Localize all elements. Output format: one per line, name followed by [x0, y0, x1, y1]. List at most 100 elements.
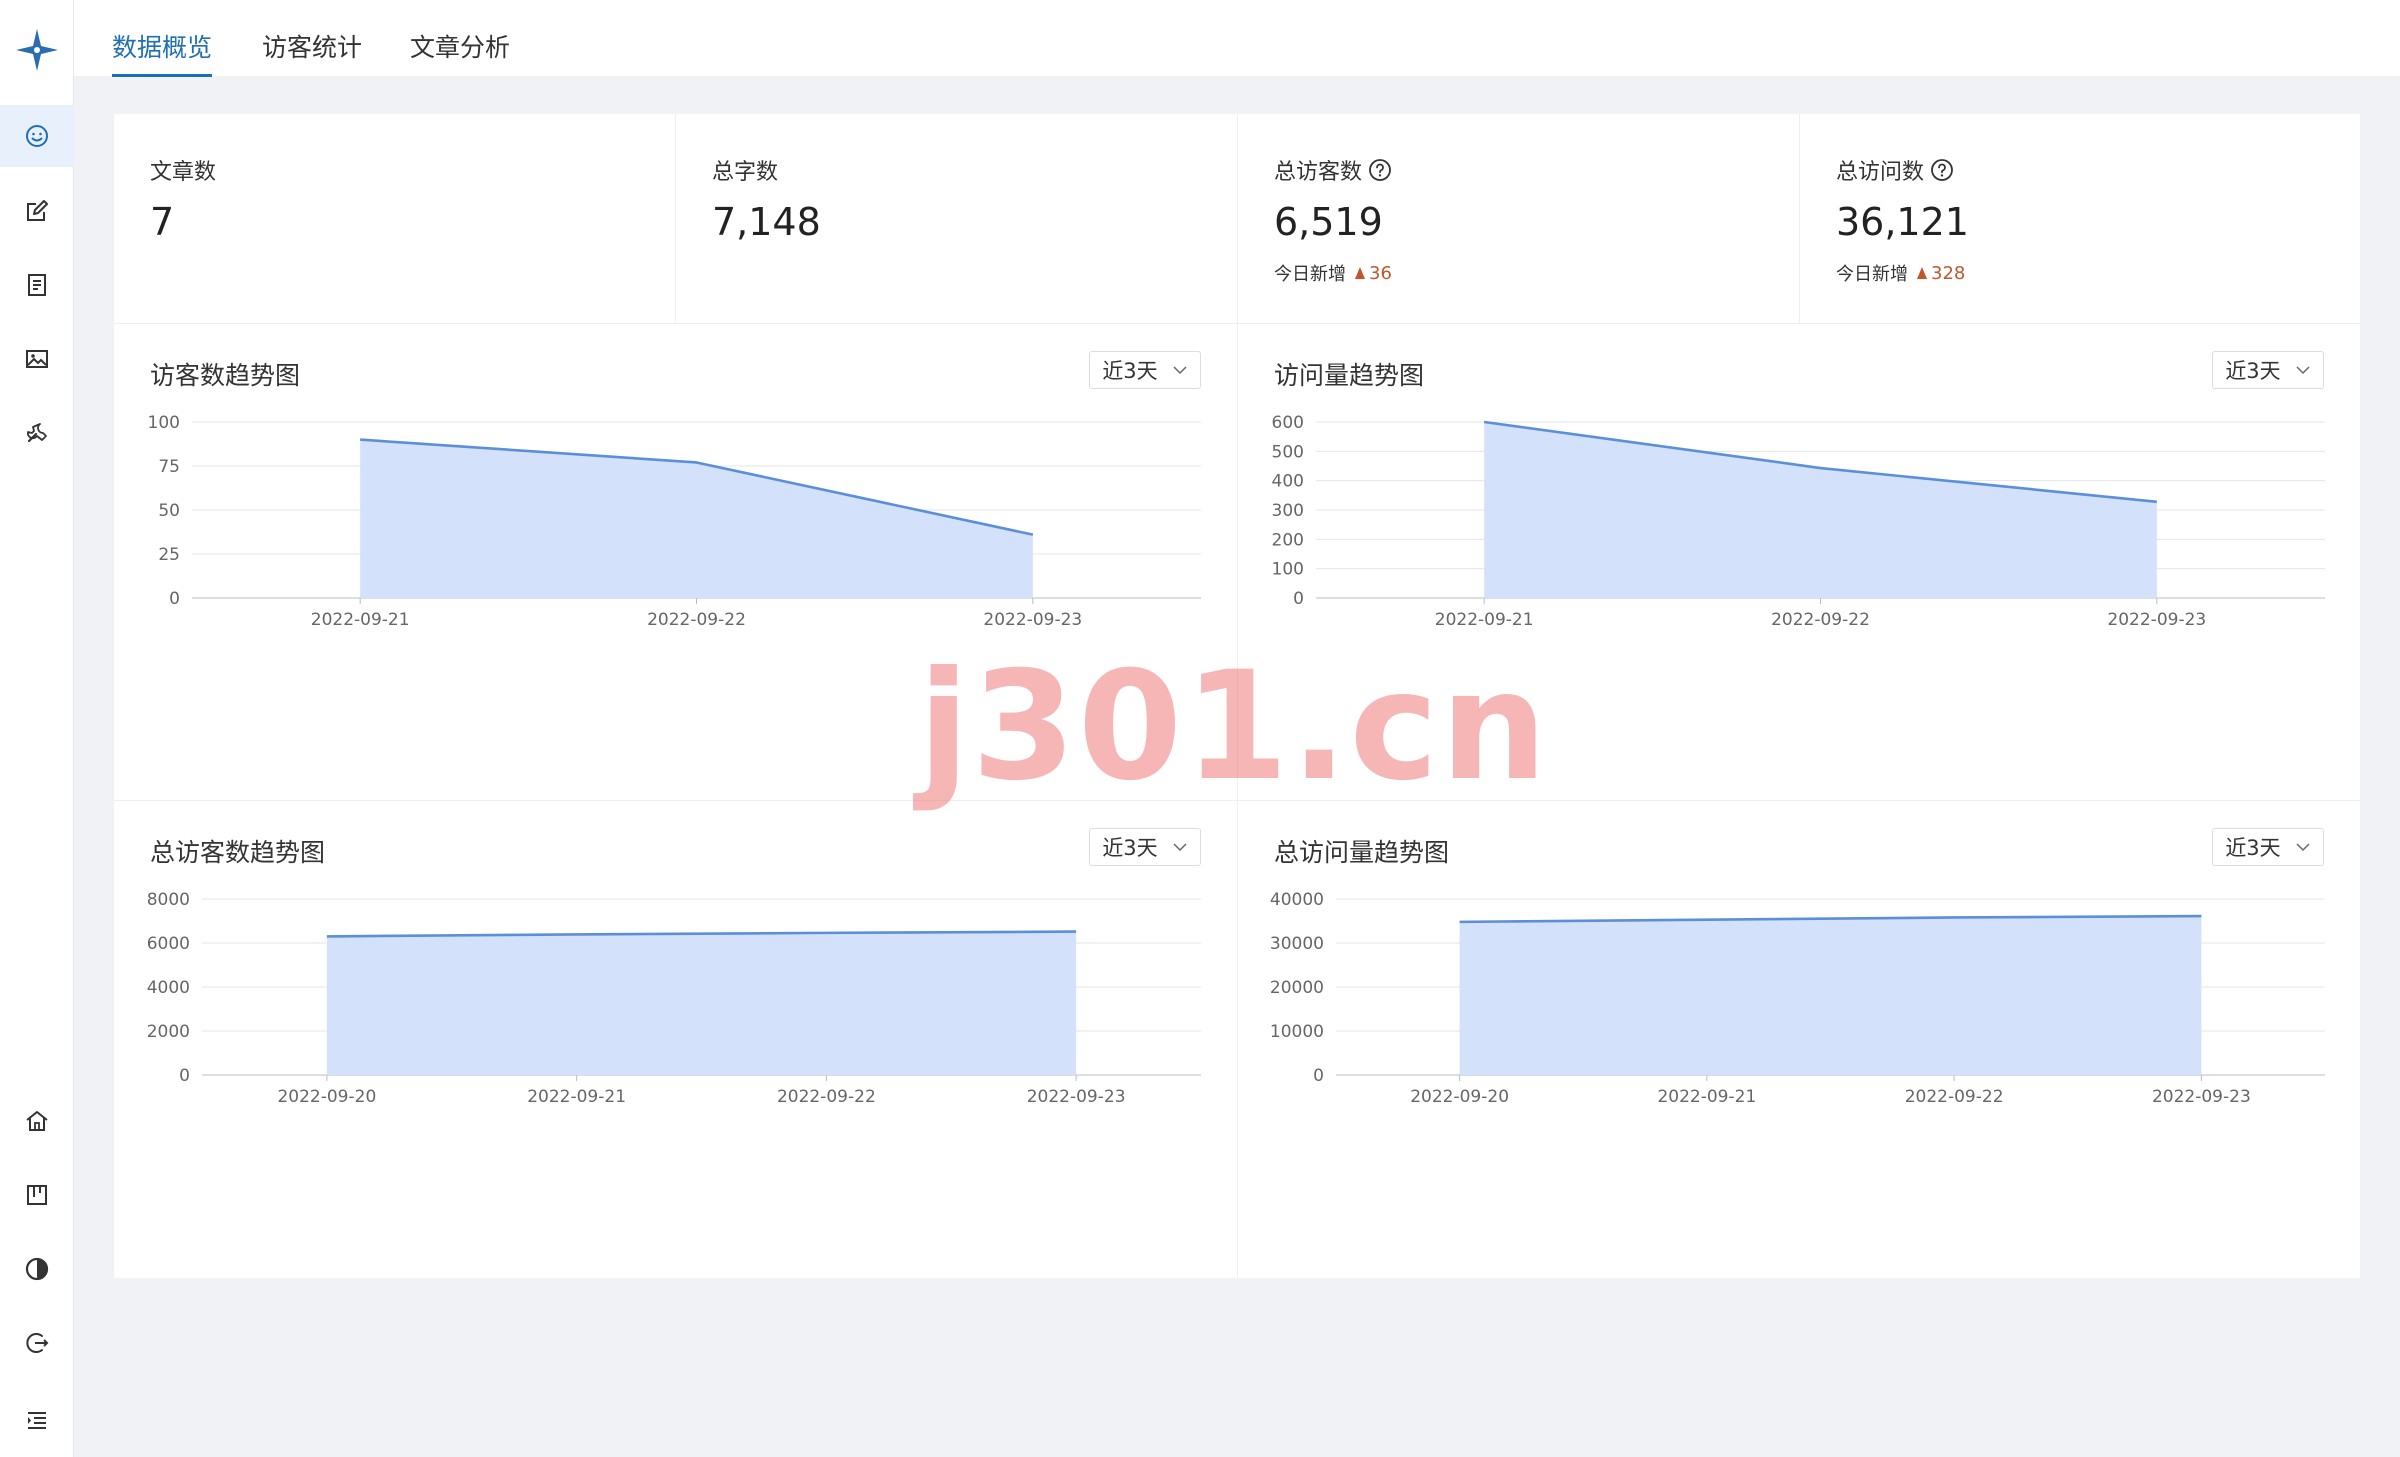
- series-area: [1459, 916, 2202, 1075]
- stat-value: 7: [150, 200, 175, 244]
- stat-value: 36,121: [1836, 200, 1969, 244]
- stat-total-visits: 总访问数 36,121 今日新增 328: [1799, 114, 2360, 324]
- x-tick-label: 2022-09-22: [647, 610, 746, 630]
- increase-triangle-icon: [1355, 267, 1365, 279]
- sidebar-item-settings[interactable]: [0, 402, 74, 464]
- stat-word-count: 总字数 7,148: [675, 114, 1236, 324]
- stat-label: 总字数: [712, 160, 779, 185]
- sidebar-item-dashboard[interactable]: [0, 105, 74, 167]
- sidebar-item-theme[interactable]: [0, 1238, 74, 1300]
- y-tick-label: 8000: [147, 890, 190, 910]
- document-icon: [28, 274, 46, 296]
- theme-contrast-icon: [25, 1257, 49, 1281]
- stat-label: 文章数: [150, 160, 217, 185]
- range-select-value: 近3天: [1102, 359, 1158, 383]
- y-tick-label: 0: [169, 589, 180, 609]
- menu-collapse-icon: [28, 1412, 46, 1429]
- chevron-down-icon: [1173, 843, 1187, 852]
- top-tabs: 数据概览 访客统计 文章分析: [74, 0, 2400, 77]
- sidebar-collapse-button[interactable]: [0, 1389, 74, 1451]
- y-tick-label: 10000: [1270, 1022, 1324, 1042]
- chevron-down-icon: [1173, 366, 1187, 375]
- stats-row: 文章数 7 总字数 7,148 总访客数 6,519 今日新增 36 总访问数 …: [114, 114, 2360, 324]
- question-circle-icon[interactable]: [1930, 158, 1954, 182]
- visit-trend-chart: 0 100 200 300 400 500 600 2022-09-21 2022-09-22 2…: [1272, 413, 2325, 630]
- x-tick-label: 2022-09-20: [1410, 1087, 1509, 1107]
- y-tick-label: 40000: [1270, 890, 1324, 910]
- question-circle-icon[interactable]: [1368, 158, 1392, 182]
- range-select-value: 近3天: [2225, 359, 2281, 383]
- y-tick-label: 30000: [1270, 934, 1324, 954]
- chart-card-total-visitor-trend: 总访客数趋势图 近3天 0 2000 4000 6000 8000 2022-09-20 2…: [114, 801, 1237, 1278]
- x-tick-label: 2022-09-21: [311, 610, 410, 630]
- chevron-down-icon: [2296, 366, 2310, 375]
- sidebar-item-articles[interactable]: [0, 254, 74, 316]
- stat-sub-label: 今日新增: [1836, 264, 1908, 285]
- y-tick-label: 50: [158, 501, 180, 521]
- y-tick-label: 20000: [1270, 978, 1324, 998]
- stat-value: 6,519: [1274, 200, 1383, 244]
- chart-title: 访问量趋势图: [1274, 361, 1425, 390]
- series-area: [326, 931, 1077, 1075]
- stat-sub-label: 今日新增: [1274, 264, 1346, 285]
- range-select[interactable]: 近3天: [1089, 828, 1201, 866]
- visitor-trend-chart: 0 25 50 75 100 2022-09-21 2022-09-22 2022-09-23: [148, 413, 1201, 630]
- sidebar-item-home[interactable]: [0, 1090, 74, 1152]
- range-select[interactable]: 近3天: [1089, 351, 1201, 389]
- x-tick-label: 2022-09-23: [1027, 1087, 1126, 1107]
- increase-triangle-icon: [1917, 267, 1927, 279]
- x-tick-label: 2022-09-23: [983, 610, 1082, 630]
- x-tick-label: 2022-09-20: [277, 1087, 376, 1107]
- smile-icon: [26, 125, 48, 147]
- stat-label: 总访客数: [1274, 160, 1363, 185]
- stat-total-visitors: 总访客数 6,519 今日新增 36: [1237, 114, 1798, 324]
- logo-icon[interactable]: [0, 18, 74, 82]
- sidebar-item-write[interactable]: [0, 180, 74, 242]
- chevron-down-icon: [2296, 843, 2310, 852]
- chart-title: 访客数趋势图: [150, 361, 301, 390]
- y-tick-label: 25: [158, 545, 180, 565]
- chart-card-visitor-trend: 访客数趋势图 近3天 0 25 50 75 100 2022-09-21 2022-09-2…: [114, 324, 1237, 801]
- sidebar-item-images[interactable]: [0, 328, 74, 390]
- tab-overview[interactable]: 数据概览: [112, 28, 213, 77]
- x-tick-label: 2022-09-21: [1657, 1087, 1756, 1107]
- y-tick-label: 75: [158, 457, 180, 477]
- y-tick-label: 0: [1293, 589, 1304, 609]
- y-tick-label: 4000: [147, 978, 190, 998]
- x-tick-label: 2022-09-21: [527, 1087, 626, 1107]
- x-tick-label: 2022-09-21: [1435, 610, 1534, 630]
- tab-visitor-stats[interactable]: 访客统计: [262, 28, 362, 74]
- kanban-icon: [27, 1185, 47, 1205]
- series-area: [1484, 422, 2157, 598]
- stat-article-count: 文章数 7: [114, 114, 675, 324]
- chart-card-visit-trend: 访问量趋势图 近3天 0 100 200 300 400 500 600 2022-09-21…: [1237, 324, 2360, 801]
- x-tick-label: 2022-09-22: [1905, 1087, 2004, 1107]
- range-select[interactable]: 近3天: [2212, 828, 2324, 866]
- sidebar: [0, 0, 74, 1457]
- edit-icon: [27, 200, 48, 221]
- wrench-icon: [26, 423, 47, 443]
- tab-article-analysis[interactable]: 文章分析: [410, 28, 510, 74]
- chart-title: 总访问量趋势图: [1274, 838, 1450, 867]
- y-tick-label: 600: [1272, 413, 1304, 433]
- y-tick-label: 6000: [147, 934, 190, 954]
- sidebar-item-board[interactable]: [0, 1164, 74, 1226]
- stat-increase-value: 328: [1931, 262, 1966, 284]
- dashboard-panel: 文章数 7 总字数 7,148 总访客数 6,519 今日新增 36 总访问数 …: [114, 114, 2360, 1278]
- range-select[interactable]: 近3天: [2212, 351, 2324, 389]
- home-icon: [26, 1111, 48, 1131]
- range-select-value: 近3天: [1102, 836, 1158, 860]
- sidebar-item-logout[interactable]: [0, 1312, 74, 1374]
- range-select-value: 近3天: [2225, 836, 2281, 860]
- x-tick-label: 2022-09-22: [1771, 610, 1870, 630]
- y-tick-label: 100: [148, 413, 180, 433]
- chart-title: 总访客数趋势图: [150, 838, 326, 867]
- x-tick-label: 2022-09-22: [777, 1087, 876, 1107]
- y-tick-label: 0: [179, 1066, 190, 1086]
- chart-card-total-visit-trend: 总访问量趋势图 近3天 0 10000 20000 30000 40000 2022-09…: [1237, 801, 2360, 1278]
- y-tick-label: 300: [1272, 501, 1304, 521]
- total-visitor-trend-chart: 0 2000 4000 6000 8000 2022-09-20 2022-09-21 202…: [147, 890, 1201, 1107]
- image-icon: [26, 350, 48, 368]
- x-tick-label: 2022-09-23: [2152, 1087, 2251, 1107]
- stat-increase-value: 36: [1369, 262, 1392, 284]
